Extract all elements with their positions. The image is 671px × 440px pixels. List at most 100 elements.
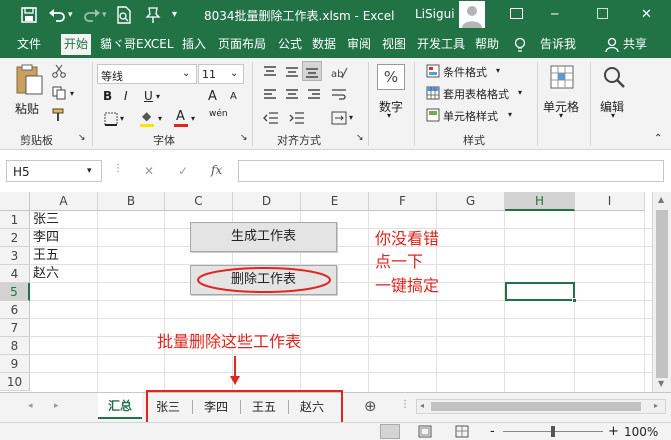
align-right-icon[interactable] <box>307 89 321 101</box>
minimize-button[interactable]: ─ <box>551 7 558 21</box>
name-box[interactable]: H5 ▾ <box>6 160 102 182</box>
tab-review[interactable]: 审阅 <box>344 34 374 55</box>
collapse-ribbon-icon[interactable]: ⌃ <box>654 134 662 144</box>
print-preview-icon[interactable] <box>116 6 132 24</box>
cut-icon[interactable] <box>52 64 66 78</box>
undo-dropdown[interactable]: ▾ <box>68 10 73 20</box>
align-center-icon[interactable] <box>285 89 299 101</box>
ribbon-display-options-icon[interactable] <box>510 8 523 19</box>
cell-a1[interactable]: 张三 <box>33 211 59 229</box>
zoom-slider-thumb[interactable] <box>551 426 555 437</box>
copy-dropdown-icon[interactable]: ▾ <box>70 90 74 98</box>
column-header[interactable]: F <box>369 192 437 211</box>
font-color-button[interactable]: A <box>176 110 185 123</box>
row-header[interactable]: 10 <box>0 373 30 391</box>
grow-font-button[interactable]: A <box>208 90 217 103</box>
row-header[interactable]: 3 <box>0 247 30 265</box>
scroll-thumb[interactable] <box>431 402 641 411</box>
fill-color-dropdown-icon[interactable]: ▾ <box>158 115 162 123</box>
borders-dropdown-icon[interactable]: ▾ <box>120 115 124 123</box>
tab-page-layout[interactable]: 页面布局 <box>215 34 269 55</box>
number-format-button[interactable]: % 数字 ▾ <box>375 64 407 120</box>
undo-icon[interactable] <box>48 7 66 23</box>
page-break-view-icon[interactable] <box>455 425 469 438</box>
row-header-selected[interactable]: 5 <box>0 283 30 301</box>
row-header[interactable]: 9 <box>0 355 30 373</box>
tab-data[interactable]: 数据 <box>309 34 339 55</box>
column-header[interactable]: I <box>575 192 645 211</box>
tab-help[interactable]: 帮助 <box>472 34 502 55</box>
avatar[interactable] <box>459 1 485 28</box>
fill-handle[interactable] <box>572 298 577 303</box>
row-header[interactable]: 2 <box>0 229 30 247</box>
orientation-icon[interactable]: ab <box>330 64 348 80</box>
shrink-font-button[interactable]: A <box>230 92 237 102</box>
zoom-out-button[interactable]: - <box>490 425 495 438</box>
row-header[interactable]: 8 <box>0 337 30 355</box>
merge-dropdown-icon[interactable]: ▾ <box>349 114 353 122</box>
cell-a2[interactable]: 李四 <box>33 229 59 247</box>
tab-developer[interactable]: 开发工具 <box>414 34 468 55</box>
pin-icon[interactable] <box>145 6 161 24</box>
generate-sheets-button[interactable]: 生成工作表 <box>190 222 337 252</box>
row-header[interactable]: 1 <box>0 211 30 229</box>
select-all-corner[interactable] <box>0 192 30 211</box>
zoom-level[interactable]: 100% <box>624 425 658 439</box>
align-left-icon[interactable] <box>263 89 277 101</box>
cell-a4[interactable]: 赵六 <box>33 265 59 283</box>
sheet-scroll-left-icon[interactable]: ◂ <box>28 402 33 411</box>
add-sheet-button[interactable]: ⊕ <box>364 399 377 414</box>
align-middle-icon[interactable] <box>285 66 299 78</box>
wrap-text-icon[interactable] <box>331 88 347 102</box>
scroll-up-icon[interactable]: ▲ <box>658 196 664 204</box>
tab-home[interactable]: 开始 <box>61 34 92 55</box>
cell-styles-button[interactable]: 单元格样式 ▾ <box>426 108 526 126</box>
scroll-down-icon[interactable]: ▼ <box>658 380 664 388</box>
font-launcher-icon[interactable]: ↘ <box>240 134 248 143</box>
selected-cell[interactable] <box>505 282 575 301</box>
clipboard-launcher-icon[interactable]: ↘ <box>78 134 86 143</box>
decrease-indent-icon[interactable] <box>263 111 279 125</box>
redo-dropdown[interactable]: ▾ <box>102 10 107 20</box>
font-name-select[interactable]: 等线 ⌄ <box>97 64 197 84</box>
scroll-right-icon[interactable]: ▸ <box>654 402 658 410</box>
fill-color-button[interactable]: ◆ <box>142 110 151 122</box>
format-as-table-button[interactable]: 套用表格格式 ▾ <box>426 86 536 104</box>
horizontal-scrollbar[interactable]: ◂ ▸ <box>416 399 666 414</box>
tab-custom-excel[interactable]: 貓ヾ哥EXCEL <box>97 34 177 55</box>
maximize-button[interactable]: □ <box>596 5 609 21</box>
conditional-formatting-button[interactable]: 条件格式 ▾ <box>426 64 526 82</box>
align-top-icon[interactable] <box>263 66 277 78</box>
column-header[interactable]: B <box>98 192 165 211</box>
sheet-tab-active[interactable]: 汇总 <box>98 393 142 419</box>
cancel-icon[interactable]: ✕ <box>144 165 154 177</box>
scroll-thumb[interactable] <box>656 210 668 378</box>
worksheet-grid[interactable]: A B C D E F G H I ▲ ▼ 1 2 3 4 5 6 7 8 9 … <box>0 192 671 392</box>
format-painter-icon[interactable] <box>52 108 66 122</box>
row-header[interactable]: 4 <box>0 265 30 283</box>
column-header[interactable]: A <box>30 192 98 211</box>
column-header[interactable]: G <box>437 192 505 211</box>
bold-button[interactable]: B <box>103 90 112 102</box>
customize-qat-icon[interactable]: ▾ <box>172 9 177 20</box>
page-layout-view-icon[interactable] <box>418 425 432 438</box>
font-color-dropdown-icon[interactable]: ▾ <box>191 115 195 123</box>
row-header[interactable]: 7 <box>0 319 30 337</box>
paste-button[interactable]: 粘贴 <box>14 64 44 116</box>
sheet-tab[interactable]: 王五 <box>244 395 284 419</box>
close-button[interactable]: ✕ <box>641 7 652 22</box>
borders-icon[interactable] <box>104 112 118 126</box>
align-bottom-button[interactable] <box>302 61 322 81</box>
formula-input[interactable] <box>238 160 664 182</box>
scroll-left-icon[interactable]: ◂ <box>420 402 424 410</box>
insert-function-icon[interactable]: fx <box>211 164 222 176</box>
normal-view-icon[interactable] <box>380 424 400 439</box>
italic-button[interactable]: I <box>124 90 128 102</box>
font-size-select[interactable]: 11 ⌄ <box>198 64 244 84</box>
cell-a3[interactable]: 王五 <box>33 247 59 265</box>
phonetic-button[interactable]: wén <box>209 110 228 119</box>
tab-formulas[interactable]: 公式 <box>275 34 305 55</box>
column-header[interactable]: C <box>165 192 233 211</box>
tab-view[interactable]: 视图 <box>379 34 409 55</box>
row-header[interactable]: 6 <box>0 301 30 319</box>
